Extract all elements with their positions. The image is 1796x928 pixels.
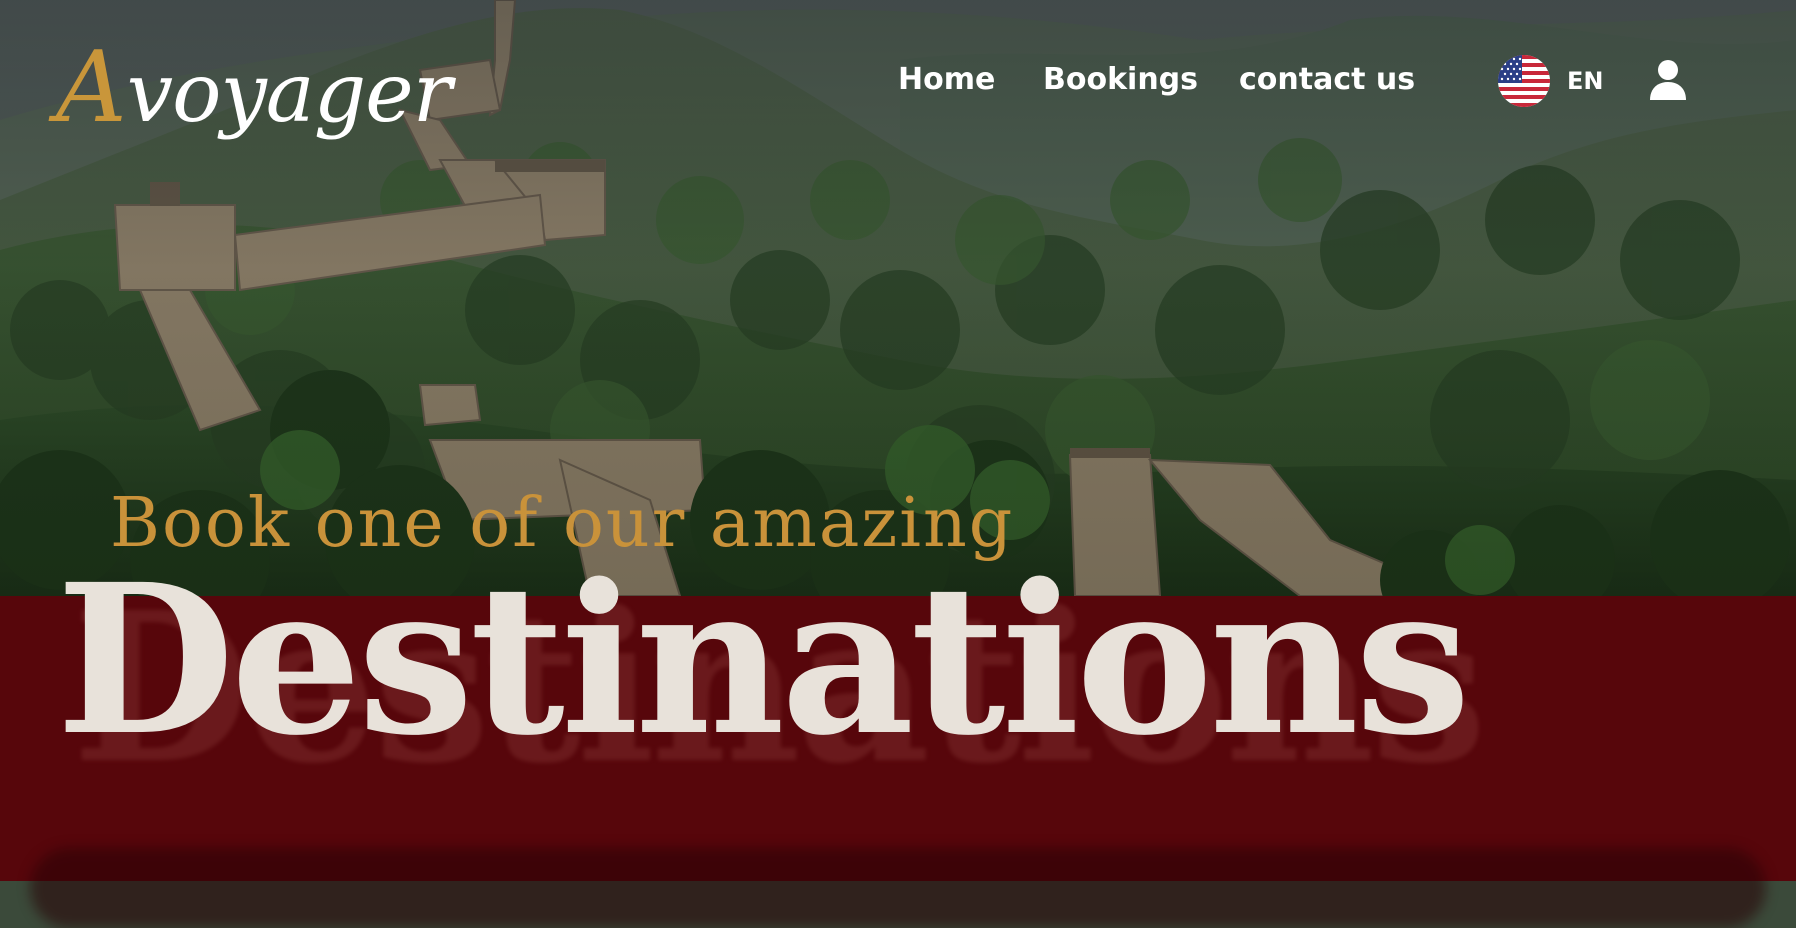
nav-contact-us-link[interactable]: contact us [1239,62,1415,97]
nav-home[interactable]: Home [898,58,995,100]
nav-contact-us[interactable]: contact us [1239,58,1415,100]
nav-bookings[interactable]: Bookings [1043,58,1198,100]
nav-bookings-link[interactable]: Bookings [1043,62,1198,97]
language-code: EN [1567,67,1604,95]
band-bottom-shade [30,848,1766,928]
hero-headline: Destinations [56,539,1471,781]
logo-initial: A [56,31,127,145]
language-selector[interactable]: EN [1498,55,1604,107]
logo-wordmark: voyager [126,46,452,141]
nav-home-link[interactable]: Home [898,62,995,97]
us-flag-icon [1498,55,1550,107]
brand-logo[interactable]: Avoyager [56,18,452,158]
user-account-button[interactable] [1648,58,1688,100]
user-icon [1650,60,1686,100]
